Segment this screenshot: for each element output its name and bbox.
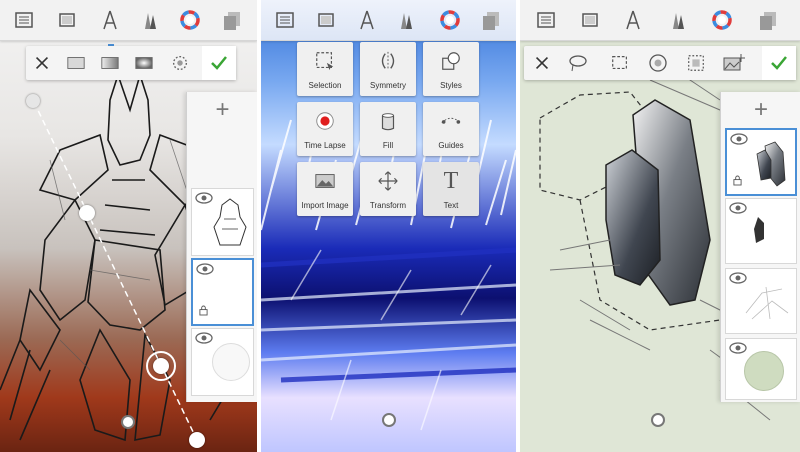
selection-icon [316, 52, 334, 71]
close-icon[interactable] [530, 51, 554, 75]
canvas-icon[interactable] [314, 8, 338, 32]
linear-gradient-icon[interactable] [98, 51, 122, 75]
sketch-thumbnail [745, 286, 789, 320]
tool-label: Fill [382, 141, 394, 150]
radial-gradient-icon[interactable] [132, 51, 156, 75]
color-wheel-icon[interactable] [178, 8, 202, 32]
tool-guides[interactable]: Guides [423, 102, 479, 156]
layers-icon[interactable] [273, 8, 297, 32]
visibility-eye-icon[interactable] [730, 133, 748, 145]
sketch-thumbnail [213, 198, 247, 246]
tool-label: Symmetry [370, 81, 406, 90]
tool-label: Import Image [301, 201, 349, 210]
visibility-eye-icon[interactable] [196, 263, 214, 275]
gradient-mid-handle[interactable] [79, 205, 95, 221]
tool-time-lapse[interactable]: Time Lapse [297, 102, 353, 156]
import-image-icon[interactable] [722, 51, 746, 75]
tool-selection[interactable]: Selection [297, 42, 353, 96]
tool-transform[interactable]: Transform [360, 162, 416, 216]
tool-text[interactable]: T Text [423, 162, 479, 216]
canvas-icon[interactable] [55, 8, 79, 32]
brushes-icon[interactable] [666, 8, 690, 32]
tool-label: Transform [369, 201, 407, 210]
vehicle-thumbnail [756, 141, 786, 187]
solid-fill-icon[interactable] [64, 51, 88, 75]
copy-layers-icon[interactable] [220, 8, 244, 32]
ellipse-select-icon[interactable] [646, 51, 670, 75]
gradient-end-handle[interactable] [153, 358, 169, 374]
circle-thumbnail [744, 351, 784, 391]
layers-panel: + [186, 92, 257, 402]
main-toolbar [520, 0, 800, 41]
page-indicator [121, 415, 135, 429]
tool-fill[interactable]: Fill [360, 102, 416, 156]
layer-thumbnail-empty[interactable] [191, 328, 254, 396]
selection-options-bar [524, 46, 796, 80]
main-toolbar [261, 0, 516, 41]
page-indicator [382, 413, 396, 427]
layers-panel: + [720, 92, 800, 402]
tool-import-image[interactable]: Import Image [297, 162, 353, 216]
layers-icon[interactable] [534, 8, 558, 32]
record-icon [316, 112, 334, 130]
layer-thumbnail-shape[interactable] [725, 198, 797, 264]
layer-thumbnail-circle[interactable] [725, 338, 797, 400]
color-wheel-icon[interactable] [710, 8, 734, 32]
visibility-eye-icon[interactable] [729, 202, 747, 214]
settings-dial-icon[interactable] [168, 51, 192, 75]
copy-layers-icon[interactable] [756, 8, 780, 32]
rect-select-icon[interactable] [608, 51, 632, 75]
image-icon [315, 174, 335, 188]
canvas-icon[interactable] [578, 8, 602, 32]
guides-icon [441, 117, 461, 124]
lock-icon[interactable] [733, 175, 742, 186]
layer-thumbnail-sketch[interactable] [191, 188, 254, 256]
visibility-eye-icon[interactable] [729, 342, 747, 354]
checkmark-icon[interactable] [202, 46, 236, 80]
tool-label: Guides [438, 141, 464, 150]
close-icon[interactable] [30, 51, 54, 75]
tool-symmetry[interactable]: Symmetry [360, 42, 416, 96]
gradient-far-handle[interactable] [189, 432, 205, 448]
fill-options-bar [26, 46, 236, 80]
checkmark-icon[interactable] [762, 46, 796, 80]
symmetry-icon [381, 51, 395, 71]
small-shape-thumbnail [754, 217, 764, 243]
gradient-fill-screen: + [0, 0, 257, 452]
move-arrows-icon [378, 171, 398, 191]
visibility-eye-icon[interactable] [195, 332, 213, 344]
layer-thumbnail-selected[interactable] [725, 128, 797, 196]
gradient-start-handle[interactable] [26, 94, 40, 108]
text-icon: T [443, 167, 459, 194]
ruler-icon[interactable] [98, 8, 122, 32]
empty-circle-thumbnail [212, 343, 250, 381]
tool-label: Time Lapse [304, 141, 346, 150]
tool-styles[interactable]: Styles [423, 42, 479, 96]
main-toolbar [0, 0, 257, 47]
ruler-icon[interactable] [355, 8, 379, 32]
color-wheel-icon[interactable] [438, 8, 462, 32]
layer-thumbnail-sketch[interactable] [725, 268, 797, 334]
tool-label: Styles [440, 81, 462, 90]
styles-icon [442, 52, 460, 70]
brushes-icon[interactable] [138, 8, 162, 32]
selection-tools-screen: + [520, 0, 800, 452]
layer-thumbnail-selected[interactable] [191, 258, 254, 326]
ruler-icon[interactable] [621, 8, 645, 32]
lasso-select-icon[interactable] [566, 51, 590, 75]
add-layer-button[interactable]: + [187, 92, 257, 128]
magic-select-icon[interactable] [684, 51, 708, 75]
fill-bucket-icon [381, 113, 395, 131]
brushes-icon[interactable] [394, 8, 418, 32]
lock-icon[interactable] [199, 305, 208, 316]
layers-icon[interactable] [12, 8, 36, 32]
add-layer-button[interactable]: + [721, 92, 800, 128]
tool-label: Selection [308, 81, 342, 90]
tools-menu-screen: Selection Symmetry Styles Time Lapse Fil… [261, 0, 516, 452]
page-indicator [651, 413, 665, 427]
tool-label: Text [443, 201, 459, 210]
copy-layers-icon[interactable] [479, 8, 503, 32]
